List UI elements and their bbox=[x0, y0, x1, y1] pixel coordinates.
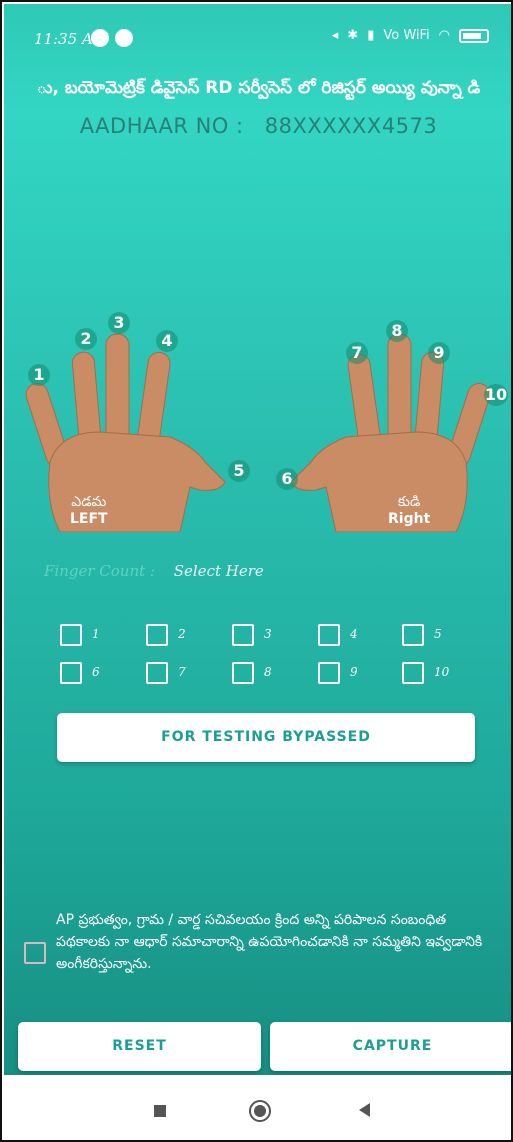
checkbox-square[interactable] bbox=[146, 624, 168, 646]
back-icon[interactable] bbox=[359, 1103, 370, 1117]
vowifi-label: Vo WiFi bbox=[383, 28, 430, 43]
left-hand-icon bbox=[25, 333, 226, 533]
finger-count-label: Finger Count : bbox=[44, 562, 155, 580]
finger-count-select[interactable]: Select Here bbox=[174, 562, 264, 580]
finger-checkbox-5[interactable]: 5 bbox=[402, 624, 487, 650]
compass-icon bbox=[115, 29, 133, 47]
finger-checkbox-3[interactable]: 3 bbox=[232, 624, 317, 650]
home-icon[interactable] bbox=[249, 1100, 271, 1122]
checkbox-square[interactable] bbox=[146, 662, 168, 684]
checkbox-square[interactable] bbox=[60, 624, 82, 646]
left-caption: ఎడమ LEFT bbox=[70, 494, 108, 527]
app-screen: 11:35 AM ◂ ✱ ▮ Vo WiFi ◠ ు, బయోమెట్రిక్ … bbox=[4, 4, 511, 1075]
finger-checkbox-7[interactable]: 7 bbox=[146, 662, 231, 688]
capture-button[interactable]: CAPTURE bbox=[270, 1022, 511, 1071]
right-hand-image: కుడి Right 6 7 8 9 10 bbox=[276, 312, 508, 533]
checkbox-row-2: 6 7 8 9 10 bbox=[60, 662, 480, 688]
finger-number-6: 6 bbox=[276, 468, 298, 490]
right-hand-icon bbox=[290, 333, 491, 533]
android-nav-bar bbox=[4, 1075, 511, 1140]
chat-icon bbox=[91, 29, 109, 47]
status-right: ◂ ✱ ▮ Vo WiFi ◠ bbox=[332, 28, 489, 43]
battery-icon bbox=[459, 28, 489, 43]
finger-count-row[interactable]: Finger Count : Select Here bbox=[44, 562, 264, 580]
left-hand-image: ఎడమ LEFT 1 2 3 4 5 bbox=[20, 312, 250, 533]
for-testing-bypassed-button[interactable]: FOR TESTING BYPASSED bbox=[57, 713, 475, 762]
consent-block: AP ప్రభుత్వం, గ్రామ / వార్డ సచివలయం క్రి… bbox=[20, 909, 500, 999]
finger-number-4: 4 bbox=[156, 330, 178, 352]
consent-text: AP ప్రభుత్వం, గ్రామ / వార్డ సచివలయం క్రి… bbox=[56, 912, 483, 972]
page-title: ు, బయోమెట్రిక్ డివైసెస్ RD సర్వీసెస్ లో … bbox=[36, 78, 481, 98]
checkbox-square[interactable] bbox=[60, 662, 82, 684]
finger-checkbox-6[interactable]: 6 bbox=[60, 662, 145, 688]
checkbox-square[interactable] bbox=[402, 624, 424, 646]
hands-diagram: ఎడమ LEFT 1 2 3 4 5 కుడి Right 6 7 8 9 10 bbox=[20, 296, 508, 533]
right-caption: కుడి Right bbox=[388, 494, 431, 527]
finger-number-10: 10 bbox=[484, 384, 508, 406]
finger-number-1: 1 bbox=[28, 364, 50, 386]
finger-checkbox-8[interactable]: 8 bbox=[232, 662, 317, 688]
aadhaar-number: AADHAAR NO : 88XXXXXX4573 bbox=[4, 114, 511, 138]
finger-checkbox-4[interactable]: 4 bbox=[318, 624, 403, 650]
aadhaar-label: AADHAAR NO : bbox=[79, 114, 244, 138]
checkbox-row-1: 1 2 3 4 5 bbox=[60, 624, 480, 650]
phone-frame: 11:35 AM ◂ ✱ ▮ Vo WiFi ◠ ు, బయోమెట్రిక్ … bbox=[0, 0, 513, 1142]
checkbox-square[interactable] bbox=[318, 624, 340, 646]
finger-number-2: 2 bbox=[75, 328, 97, 350]
finger-number-5: 5 bbox=[228, 460, 250, 482]
recents-icon[interactable] bbox=[154, 1105, 166, 1117]
reset-button[interactable]: RESET bbox=[18, 1022, 261, 1071]
checkbox-square[interactable] bbox=[232, 662, 254, 684]
finger-number-8: 8 bbox=[386, 320, 408, 342]
consent-checkbox[interactable] bbox=[24, 942, 46, 964]
finger-checkbox-10[interactable]: 10 bbox=[402, 662, 487, 688]
finger-number-7: 7 bbox=[346, 342, 368, 364]
aadhaar-value: 88XXXXXX4573 bbox=[264, 114, 438, 138]
checkbox-square[interactable] bbox=[232, 624, 254, 646]
checkbox-square[interactable] bbox=[318, 662, 340, 684]
finger-checkbox-1[interactable]: 1 bbox=[60, 624, 145, 650]
location-icon: ◂ bbox=[331, 28, 339, 43]
finger-checkbox-2[interactable]: 2 bbox=[146, 624, 231, 650]
signal-icon: ▮ bbox=[367, 28, 375, 43]
finger-number-3: 3 bbox=[108, 312, 130, 334]
notification-icons bbox=[91, 29, 133, 47]
finger-checkbox-9[interactable]: 9 bbox=[318, 662, 403, 688]
wifi-icon: ◠ bbox=[438, 28, 450, 43]
checkbox-square[interactable] bbox=[402, 662, 424, 684]
bluetooth-icon: ✱ bbox=[347, 28, 359, 43]
status-bar: 11:35 AM ◂ ✱ ▮ Vo WiFi ◠ bbox=[4, 4, 511, 60]
finger-number-9: 9 bbox=[428, 342, 450, 364]
